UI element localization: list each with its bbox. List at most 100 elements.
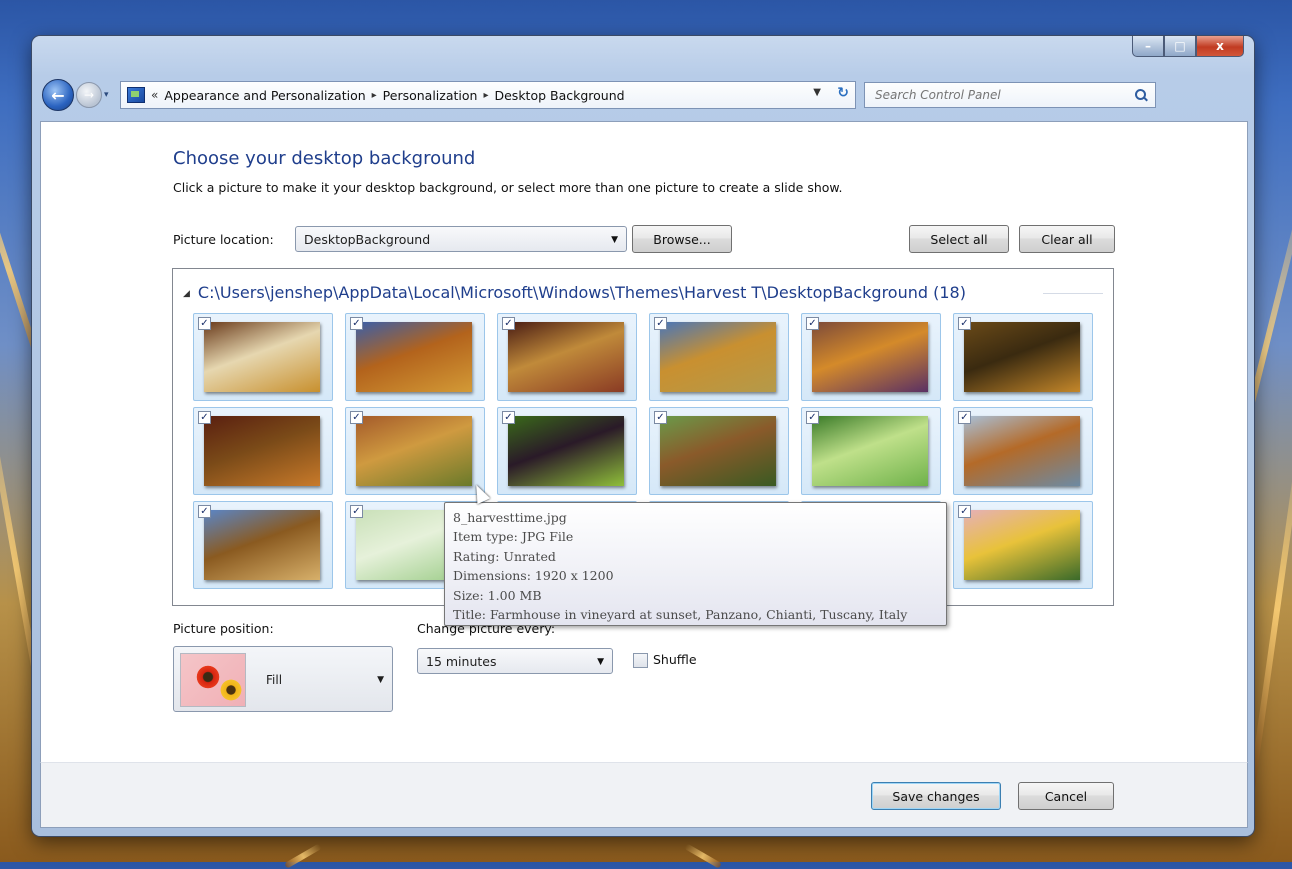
wallpaper-thumbnail[interactable]: ✓: [953, 407, 1093, 495]
collapse-triangle-icon[interactable]: ◢: [183, 289, 190, 299]
minimize-button[interactable]: –: [1132, 36, 1164, 57]
breadcrumb-separator[interactable]: ▸: [372, 90, 377, 101]
folder-group-header[interactable]: ◢ C:\Users\jenshep\AppData\Local\Microsof…: [183, 283, 966, 302]
maximize-button[interactable]: □: [1164, 36, 1196, 57]
thumbnail-checkbox[interactable]: ✓: [198, 317, 211, 330]
page-title: Choose your desktop background: [173, 148, 476, 169]
wallpaper-thumbnail[interactable]: ✓: [345, 313, 485, 401]
recent-pages-button[interactable]: ▾: [104, 90, 114, 100]
wallpaper-thumbnail[interactable]: ✓: [345, 407, 485, 495]
breadcrumb-overflow[interactable]: «: [151, 88, 158, 102]
wallpaper-thumbnail[interactable]: ✓: [193, 501, 333, 589]
thumbnail-checkbox[interactable]: ✓: [350, 505, 363, 518]
thumbnail-image: [812, 322, 928, 392]
picture-position-value: Fill: [266, 673, 283, 687]
browse-button[interactable]: Browse...: [632, 225, 732, 253]
thumbnail-image: [204, 416, 320, 486]
tooltip-filename: 8_harvesttime.jpg: [453, 510, 567, 525]
shuffle-checkbox[interactable]: [633, 653, 648, 668]
thumbnail-checkbox[interactable]: ✓: [654, 411, 667, 424]
tooltip-size: Size: 1.00 MB: [453, 587, 542, 603]
thumbnail-tooltip: 8_harvesttime.jpg Item type: JPG File Ra…: [444, 502, 947, 626]
picture-location-label: Picture location:: [173, 232, 274, 247]
tooltip-item-type: Item type: JPG File: [453, 529, 574, 545]
select-all-button[interactable]: Select all: [909, 225, 1009, 253]
tooltip-title: Title: Farmhouse in vineyard at sunset, …: [453, 607, 908, 623]
change-interval-value: 15 minutes: [426, 653, 497, 669]
thumbnail-checkbox[interactable]: ✓: [958, 505, 971, 518]
thumbnail-checkbox[interactable]: ✓: [502, 411, 515, 424]
wallpaper-thumbnail[interactable]: ✓: [649, 313, 789, 401]
thumbnail-checkbox[interactable]: ✓: [654, 317, 667, 330]
arrow-left-icon: ←: [51, 85, 65, 105]
thumbnail-image: [964, 322, 1080, 392]
thumbnail-checkbox[interactable]: ✓: [958, 317, 971, 330]
thumbnail-checkbox[interactable]: ✓: [806, 411, 819, 424]
wallpaper-thumbnail[interactable]: ✓: [193, 407, 333, 495]
tooltip-rating: Rating: Unrated: [453, 548, 556, 564]
wallpaper-thumbnail[interactable]: ✓: [193, 313, 333, 401]
search-input[interactable]: [873, 87, 1107, 103]
dropdown-arrow-icon: ▼: [597, 657, 604, 667]
page-subtitle: Click a picture to make it your desktop …: [173, 180, 843, 195]
shuffle-label[interactable]: Shuffle: [653, 652, 697, 667]
thumbnail-checkbox[interactable]: ✓: [198, 411, 211, 424]
dropdown-arrow-icon: ▼: [377, 675, 384, 685]
thumbnail-image: [356, 322, 472, 392]
position-preview-image: [180, 653, 246, 707]
back-button[interactable]: ←: [42, 79, 74, 111]
thumbnail-image: [508, 416, 624, 486]
wallpaper-thumbnail[interactable]: ✓: [953, 313, 1093, 401]
thumbnail-image: [964, 416, 1080, 486]
caption-buttons: – □ x: [1132, 36, 1244, 57]
picture-location-select[interactable]: DesktopBackground ▼: [295, 226, 627, 252]
thumbnail-image: [204, 322, 320, 392]
forward-button[interactable]: →: [76, 82, 102, 108]
change-interval-select[interactable]: 15 minutes ▼: [417, 648, 613, 674]
dropdown-arrow-icon: ▼: [611, 235, 618, 245]
breadcrumb-desktop-background[interactable]: Desktop Background: [494, 88, 624, 103]
thumbnail-checkbox[interactable]: ✓: [806, 317, 819, 330]
wallpaper-thumbnail[interactable]: ✓: [497, 407, 637, 495]
folder-path: C:\Users\jenshep\AppData\Local\Microsoft…: [197, 283, 966, 302]
thumbnail-image: [356, 416, 472, 486]
thumbnail-image: [660, 416, 776, 486]
refresh-icon[interactable]: ↻: [837, 85, 849, 101]
control-panel-icon: [127, 87, 145, 103]
thumbnail-image: [660, 322, 776, 392]
breadcrumb-personalization[interactable]: Personalization: [383, 88, 478, 103]
wallpaper-thumbnail[interactable]: ✓: [801, 407, 941, 495]
arrow-right-icon: →: [83, 88, 95, 102]
wallpaper-thumbnail[interactable]: ✓: [649, 407, 789, 495]
cancel-button[interactable]: Cancel: [1018, 782, 1114, 810]
thumbnail-image: [812, 416, 928, 486]
wallpaper-thumbnail[interactable]: ✓: [801, 313, 941, 401]
thumbnail-checkbox[interactable]: ✓: [350, 317, 363, 330]
thumbnail-image: [964, 510, 1080, 580]
thumbnail-checkbox[interactable]: ✓: [958, 411, 971, 424]
control-panel-window: – □ x ← → ▾ « Appearance and Personaliza…: [32, 36, 1254, 836]
picture-position-select[interactable]: Fill ▼: [173, 646, 393, 712]
thumbnail-checkbox[interactable]: ✓: [502, 317, 515, 330]
group-divider: [1043, 293, 1103, 294]
dialog-footer: Save changes Cancel: [40, 762, 1248, 828]
breadcrumb-appearance[interactable]: Appearance and Personalization: [164, 88, 365, 103]
main-content: Choose your desktop background Click a p…: [40, 121, 1248, 763]
search-icon[interactable]: [1135, 89, 1147, 101]
address-history-dropdown-icon[interactable]: ▼: [813, 87, 821, 98]
picture-location-value: DesktopBackground: [304, 231, 431, 247]
thumbnail-checkbox[interactable]: ✓: [198, 505, 211, 518]
wallpaper-thumbnail[interactable]: ✓: [953, 501, 1093, 589]
thumbnail-checkbox[interactable]: ✓: [350, 411, 363, 424]
thumbnail-image: [204, 510, 320, 580]
save-changes-button[interactable]: Save changes: [871, 782, 1001, 810]
wallpaper-thumbnail[interactable]: ✓: [497, 313, 637, 401]
breadcrumb-separator[interactable]: ▸: [483, 90, 488, 101]
picture-position-label: Picture position:: [173, 621, 274, 636]
address-bar[interactable]: « Appearance and Personalization ▸ Perso…: [120, 81, 856, 109]
clear-all-button[interactable]: Clear all: [1019, 225, 1115, 253]
thumbnail-image: [508, 322, 624, 392]
close-button[interactable]: x: [1196, 36, 1244, 57]
navigation-bar: ← → ▾ « Appearance and Personalization ▸…: [42, 78, 1244, 112]
search-box[interactable]: [864, 82, 1156, 108]
